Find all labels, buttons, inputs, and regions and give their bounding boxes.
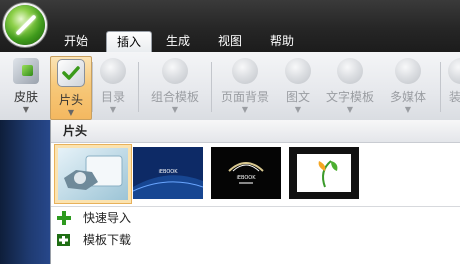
dropdown-header: 片头: [51, 120, 460, 143]
skin-icon: [13, 58, 39, 84]
combo-template-icon: [162, 58, 188, 84]
dropdown-divider: [51, 206, 460, 207]
template-download-item[interactable]: 模板下载: [57, 230, 197, 250]
toc-icon: [100, 58, 126, 84]
thumbnail-logo-text: iEBOOK: [236, 175, 256, 181]
page-background-button[interactable]: 页面背景 ▼: [216, 56, 274, 118]
intro-check-icon: [57, 59, 85, 87]
chevron-down-icon: ▼: [22, 105, 30, 114]
decor-label: 装: [449, 90, 460, 104]
decor-icon: [448, 58, 460, 84]
document-background: [0, 120, 50, 264]
tab-start[interactable]: 开始: [58, 31, 94, 52]
chevron-down-icon: ▼: [67, 108, 75, 117]
intro-button[interactable]: 片头 ▼: [50, 56, 92, 120]
skin-label: 皮肤: [13, 90, 38, 104]
chevron-down-icon: ▼: [346, 105, 354, 114]
intro-thumbnail-gallery: iEBOOK iEBOOK: [51, 143, 460, 205]
combo-template-label: 组合模板: [150, 90, 199, 104]
quick-import-label: 快速导入: [83, 211, 132, 225]
image-text-label: 图文: [285, 90, 310, 104]
chevron-down-icon: ▼: [404, 105, 412, 114]
tab-generate[interactable]: 生成: [160, 31, 196, 52]
chevron-down-icon: ▼: [109, 105, 117, 114]
toolbar-divider: [138, 62, 139, 112]
download-plus-icon: [57, 234, 70, 246]
quick-import-item[interactable]: 快速导入: [57, 208, 197, 228]
text-template-icon: [337, 58, 363, 84]
chevron-down-icon: ▼: [171, 105, 179, 114]
text-template-label: 文字模板: [325, 90, 374, 104]
intro-thumbnail-1[interactable]: [54, 144, 132, 204]
tab-insert[interactable]: 插入: [106, 31, 152, 53]
intro-thumbnail-2[interactable]: iEBOOK: [132, 147, 204, 199]
chevron-down-icon: ▼: [241, 105, 249, 114]
multimedia-icon: [395, 58, 421, 84]
intro-dropdown-panel: 片头 iEBOOK iEBOOK 快速导入 模板下载: [50, 120, 460, 264]
ribbon-toolbar: 皮肤 ▼ 片头 ▼ 目录 ▼ 组合模板 ▼ 页面背景 ▼ 图文 ▼ 文字模板 ▼…: [0, 52, 460, 121]
intro-thumbnail-3[interactable]: iEBOOK: [211, 147, 281, 199]
thumbnail-logo-text: iEBOOK: [158, 169, 178, 175]
combo-template-button[interactable]: 组合模板 ▼: [144, 56, 206, 118]
multimedia-label: 多媒体: [389, 90, 426, 104]
app-logo-button[interactable]: [5, 5, 45, 45]
chevron-down-icon: ▼: [294, 105, 302, 114]
text-template-button[interactable]: 文字模板 ▼: [322, 56, 378, 118]
intro-thumbnail-4[interactable]: [289, 147, 359, 199]
top-menu-bar: 开始 插入 生成 视图 帮助: [0, 0, 460, 53]
image-text-button[interactable]: 图文 ▼: [280, 56, 316, 118]
multimedia-button[interactable]: 多媒体 ▼: [384, 56, 432, 118]
page-background-label: 页面背景: [220, 90, 269, 104]
page-background-icon: [232, 58, 258, 84]
tab-help[interactable]: 帮助: [264, 31, 300, 52]
decor-button[interactable]: 装: [446, 56, 460, 118]
template-download-label: 模板下载: [83, 233, 132, 247]
image-text-icon: [285, 58, 311, 84]
skin-button[interactable]: 皮肤 ▼: [6, 56, 46, 118]
toolbar-divider: [92, 62, 93, 112]
green-plus-icon: [57, 211, 71, 225]
tab-view[interactable]: 视图: [212, 31, 248, 52]
intro-label: 片头: [58, 93, 83, 107]
toolbar-divider: [211, 62, 212, 112]
toc-button[interactable]: 目录 ▼: [94, 56, 132, 118]
toolbar-divider: [440, 62, 441, 112]
toc-label: 目录: [100, 90, 125, 104]
